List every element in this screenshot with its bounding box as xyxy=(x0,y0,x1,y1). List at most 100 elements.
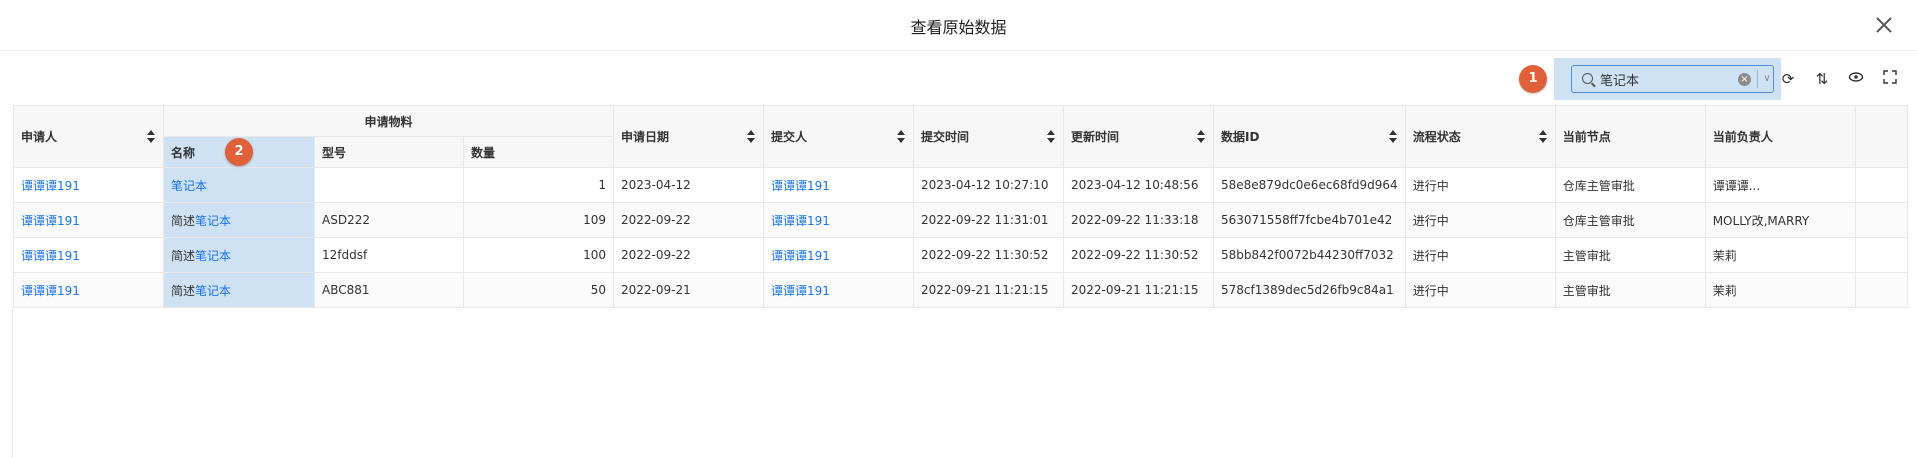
sort-icon[interactable] xyxy=(1197,129,1205,144)
name-prefix: 简述 xyxy=(171,248,196,263)
cell-applicant[interactable]: 谭谭谭191 xyxy=(13,272,164,308)
cell-node: 仓库主管审批 xyxy=(1554,202,1706,238)
fullscreen-icon[interactable] xyxy=(1880,69,1900,89)
data-table: 申请人 申请物料 申请日期 提交人 提交时间 更新时间 数据ID 流程状态 当前… xyxy=(13,105,1908,308)
column-header-update-time[interactable]: 更新时间 xyxy=(1063,105,1214,168)
cell-status: 进行中 xyxy=(1404,202,1556,238)
dialog-header: 查看原始数据 xyxy=(0,0,1917,51)
cell-node: 主管审批 xyxy=(1554,237,1706,273)
cell-node: 仓库主管审批 xyxy=(1554,167,1706,203)
table-row[interactable]: 谭谭谭191 笔记本 1 2023-04-12 谭谭谭191 2023-04-12 10:… xyxy=(13,167,1908,203)
cell-data-id: 58bb842f0072b44230ff7032 xyxy=(1213,237,1406,273)
applicant-link[interactable]: 谭谭谭191 xyxy=(21,214,80,228)
cell-name: 笔记本 xyxy=(163,167,315,203)
dialog-title: 查看原始数据 xyxy=(910,18,1007,37)
applicant-link[interactable]: 谭谭谭191 xyxy=(21,284,80,298)
table-row[interactable]: 谭谭谭191 简述笔记本 ABC881 50 2022-09-21 谭谭谭191 2022-… xyxy=(13,272,1908,308)
cell-owner: 茉莉 xyxy=(1704,237,1856,273)
cell-submitter[interactable]: 谭谭谭191 xyxy=(763,237,914,273)
search-highlight: × ∨ xyxy=(1554,58,1781,100)
cell-model xyxy=(314,167,464,203)
cell-submit-time: 2022-09-21 11:21:15 xyxy=(913,272,1064,308)
sort-icon[interactable] xyxy=(147,129,155,144)
column-header-submit-time[interactable]: 提交时间 xyxy=(913,105,1064,168)
cell-data-id: 578cf1389dec5d26fb9c84a1 xyxy=(1213,272,1406,308)
search-hit: 笔记本 xyxy=(195,213,232,228)
cell-submitter[interactable]: 谭谭谭191 xyxy=(763,167,914,203)
chevron-down-icon[interactable]: ∨ xyxy=(1761,69,1773,89)
cell-spacer xyxy=(1854,167,1908,203)
search-hit: 笔记本 xyxy=(195,248,232,263)
cell-applicant[interactable]: 谭谭谭191 xyxy=(13,167,164,203)
cell-status: 进行中 xyxy=(1404,167,1556,203)
cell-apply-date: 2022-09-21 xyxy=(613,272,764,308)
column-header-spacer xyxy=(1854,105,1908,168)
column-header-applicant[interactable]: 申请人 xyxy=(13,105,164,168)
submitter-link[interactable]: 谭谭谭191 xyxy=(771,179,830,193)
search-hit: 笔记本 xyxy=(195,283,232,298)
search-input[interactable] xyxy=(1600,69,1720,89)
cell-name: 简述笔记本 xyxy=(163,272,315,308)
table-row[interactable]: 谭谭谭191 简述笔记本 ASD222 109 2022-09-22 谭谭谭191 2022… xyxy=(13,202,1908,238)
cell-qty: 100 xyxy=(463,237,614,273)
sort-icon[interactable]: ⇅ xyxy=(1812,69,1832,89)
submitter-link[interactable]: 谭谭谭191 xyxy=(771,214,830,228)
search-icon xyxy=(1582,73,1593,84)
cell-update-time: 2022-09-22 11:33:18 xyxy=(1063,202,1214,238)
cell-qty: 1 xyxy=(463,167,614,203)
cell-apply-date: 2023-04-12 xyxy=(613,167,764,203)
annotation-marker-1: 1 xyxy=(1519,65,1547,93)
table-row[interactable]: 谭谭谭191 简述笔记本 12fddsf 100 2022-09-22 谭谭谭191 202… xyxy=(13,237,1908,273)
table-left-border xyxy=(12,308,13,458)
cell-submit-time: 2022-09-22 11:30:52 xyxy=(913,237,1064,273)
cell-owner: 谭谭谭... xyxy=(1704,167,1856,203)
column-header-model: 型号 xyxy=(314,136,464,168)
close-icon[interactable] xyxy=(1871,12,1897,38)
cell-applicant[interactable]: 谭谭谭191 xyxy=(13,202,164,238)
column-header-apply-date[interactable]: 申请日期 xyxy=(613,105,764,168)
clear-icon[interactable]: × xyxy=(1738,73,1751,86)
column-header-data-id[interactable]: 数据ID xyxy=(1213,105,1406,168)
submitter-link[interactable]: 谭谭谭191 xyxy=(771,249,830,263)
cell-submitter[interactable]: 谭谭谭191 xyxy=(763,202,914,238)
submitter-link[interactable]: 谭谭谭191 xyxy=(771,284,830,298)
cell-qty: 109 xyxy=(463,202,614,238)
column-header-owner: 当前负责人 xyxy=(1704,105,1856,168)
sort-icon[interactable] xyxy=(1538,129,1547,144)
eye-icon[interactable] xyxy=(1846,69,1866,89)
name-prefix: 简述 xyxy=(171,213,196,228)
cell-model: ABC881 xyxy=(314,272,464,308)
sort-icon[interactable] xyxy=(1388,129,1397,144)
cell-submit-time: 2023-04-12 10:27:10 xyxy=(913,167,1064,203)
column-header-submitter[interactable]: 提交人 xyxy=(763,105,914,168)
cell-update-time: 2023-04-12 10:48:56 xyxy=(1063,167,1214,203)
refresh-icon[interactable]: ⟳ xyxy=(1778,69,1798,89)
cell-qty: 50 xyxy=(463,272,614,308)
applicant-link[interactable]: 谭谭谭191 xyxy=(21,249,80,263)
column-group-material: 申请物料 xyxy=(163,105,614,137)
divider xyxy=(1757,70,1758,88)
cell-apply-date: 2022-09-22 xyxy=(613,202,764,238)
cell-owner: 茉莉 xyxy=(1704,272,1856,308)
search-field[interactable]: × ∨ xyxy=(1571,65,1774,93)
cell-status: 进行中 xyxy=(1404,237,1556,273)
sort-icon[interactable] xyxy=(897,129,905,144)
cell-submitter[interactable]: 谭谭谭191 xyxy=(763,272,914,308)
annotation-marker-2: 2 xyxy=(225,138,253,166)
sort-icon[interactable] xyxy=(747,129,755,144)
sort-icon[interactable] xyxy=(1047,129,1055,144)
cell-status: 进行中 xyxy=(1404,272,1556,308)
cell-applicant[interactable]: 谭谭谭191 xyxy=(13,237,164,273)
name-prefix: 简述 xyxy=(171,283,196,298)
applicant-link[interactable]: 谭谭谭191 xyxy=(21,179,80,193)
column-header-status[interactable]: 流程状态 xyxy=(1404,105,1556,168)
cell-update-time: 2022-09-22 11:30:52 xyxy=(1063,237,1214,273)
cell-owner: MOLLY改,MARRY xyxy=(1704,202,1856,238)
cell-name: 简述笔记本 xyxy=(163,202,315,238)
cell-spacer xyxy=(1854,272,1908,308)
cell-data-id: 563071558ff7fcbe4b701e42 xyxy=(1213,202,1406,238)
column-header-qty: 数量 xyxy=(463,136,614,168)
cell-model: ASD222 xyxy=(314,202,464,238)
cell-spacer xyxy=(1854,202,1908,238)
cell-spacer xyxy=(1854,237,1908,273)
